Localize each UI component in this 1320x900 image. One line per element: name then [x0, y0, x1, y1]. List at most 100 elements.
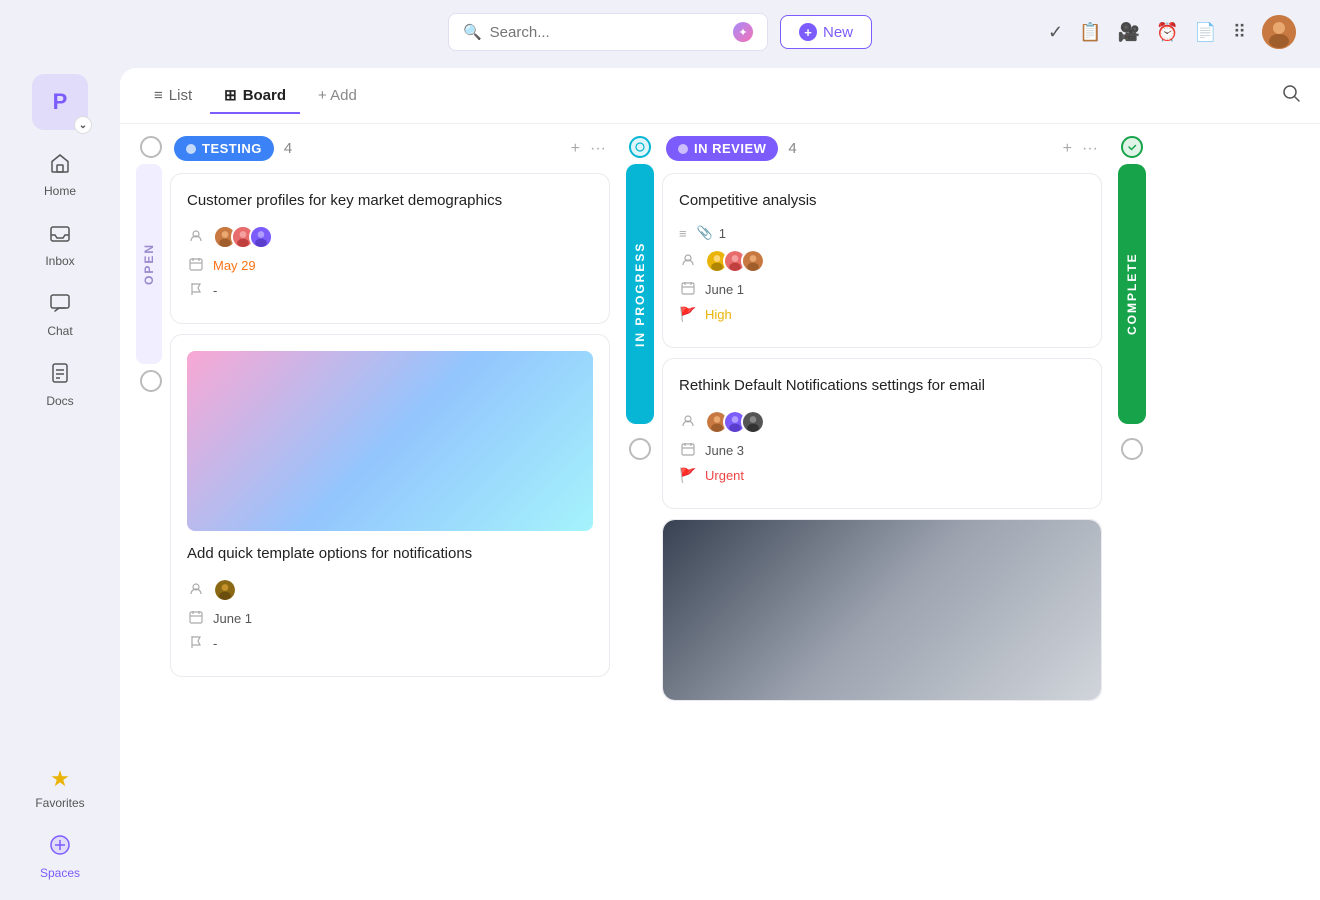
- complete-top-toggle[interactable]: [1121, 136, 1143, 158]
- in-progress-bottom-toggle[interactable]: [629, 438, 651, 460]
- inbox-icon: [49, 222, 71, 250]
- card-priority: -: [213, 283, 217, 298]
- doc-icon[interactable]: 📄: [1194, 22, 1216, 43]
- in-review-column: IN REVIEW 4 + ··· Competitive analysis ≡: [662, 136, 1102, 711]
- card-priority: Urgent: [705, 468, 744, 483]
- add-tab-label: + Add: [318, 87, 357, 104]
- card-date-row: June 1: [679, 281, 1085, 298]
- in-review-status-label: IN REVIEW: [694, 141, 766, 156]
- card-date: June 1: [213, 611, 252, 626]
- sidebar-item-home[interactable]: Home: [15, 142, 105, 208]
- open-bottom-toggle[interactable]: [140, 370, 162, 392]
- card-priority-row: 🚩 Urgent: [679, 467, 1085, 484]
- tab-list[interactable]: ≡ List: [140, 79, 206, 114]
- avatar-3: [741, 410, 765, 434]
- card-priority-row: -: [187, 282, 593, 299]
- topbar-right-actions: ✓ 📋 🎥 ⏰ 📄 ⠿: [1048, 15, 1296, 49]
- card-date-row: June 3: [679, 442, 1085, 459]
- checkmark-icon[interactable]: ✓: [1048, 22, 1063, 43]
- card-assignees-row: [679, 249, 1085, 273]
- search-input[interactable]: [490, 24, 725, 41]
- testing-column: TESTING 4 + ··· Customer profiles for ke…: [170, 136, 610, 687]
- avatar-3: [741, 249, 765, 273]
- sidebar-item-spaces[interactable]: Spaces: [15, 824, 105, 890]
- attachment-count: 1: [719, 226, 726, 241]
- sidebar-item-chat[interactable]: Chat: [15, 282, 105, 348]
- complete-wrapper: COMPLETE: [1118, 136, 1146, 460]
- in-review-add-btn[interactable]: +: [1063, 140, 1072, 158]
- person-icon: [187, 229, 205, 246]
- card-date-row: June 1: [187, 610, 593, 627]
- testing-add-btn[interactable]: +: [571, 140, 580, 158]
- card-competitive-analysis[interactable]: Competitive analysis ≡ 📎 1: [662, 173, 1102, 348]
- lines-icon: ≡: [679, 226, 687, 241]
- card-date: June 1: [705, 282, 744, 297]
- testing-column-scroll[interactable]: Customer profiles for key market demogra…: [170, 173, 610, 687]
- testing-column-header: TESTING 4 + ···: [170, 136, 610, 161]
- calendar-icon: [187, 257, 205, 274]
- new-button[interactable]: + New: [780, 15, 872, 49]
- main-layout: P ⌄ Home Inbox Chat Docs: [0, 64, 1320, 900]
- in-review-column-scroll[interactable]: Competitive analysis ≡ 📎 1: [662, 173, 1102, 711]
- docs-icon: [49, 362, 71, 390]
- in-review-column-header: IN REVIEW 4 + ···: [662, 136, 1102, 161]
- card-assignees-row: [187, 225, 593, 249]
- open-column-wrapper: OPEN: [136, 136, 166, 392]
- testing-more-btn[interactable]: ···: [590, 140, 606, 158]
- sidebar-item-favorites-label: Favorites: [35, 796, 84, 810]
- calendar-icon: [187, 610, 205, 627]
- sidebar-item-inbox[interactable]: Inbox: [15, 212, 105, 278]
- card-priority: High: [705, 307, 732, 322]
- card-assignees-row: [187, 578, 593, 602]
- view-search-icon[interactable]: [1282, 84, 1300, 107]
- ai-sparkle-icon: ✦: [733, 22, 753, 42]
- complete-label[interactable]: COMPLETE: [1118, 164, 1146, 424]
- clipboard-icon[interactable]: 📋: [1079, 22, 1101, 43]
- user-avatar[interactable]: [1262, 15, 1296, 49]
- list-icon: ≡: [154, 87, 163, 104]
- flag-icon: 🚩: [679, 306, 697, 323]
- card-dark-image[interactable]: [662, 519, 1102, 701]
- card-customer-profiles[interactable]: Customer profiles for key market demogra…: [170, 173, 610, 324]
- search-bar[interactable]: 🔍 ✦: [448, 13, 768, 51]
- avatars: [213, 578, 237, 602]
- workspace-dropdown-icon[interactable]: ⌄: [74, 116, 92, 134]
- content-area: ≡ List ⊞ Board + Add OPEN: [120, 68, 1320, 900]
- open-top-toggle[interactable]: [140, 136, 162, 158]
- avatar-3: [249, 225, 273, 249]
- home-icon: [49, 152, 71, 180]
- in-progress-top-toggle[interactable]: [629, 136, 651, 158]
- sidebar-bottom: ★ Favorites Spaces: [15, 756, 105, 890]
- calendar-icon: [679, 442, 697, 459]
- in-review-status-badge: IN REVIEW: [666, 136, 778, 161]
- sidebar-item-favorites[interactable]: ★ Favorites: [15, 756, 105, 820]
- complete-bottom-toggle[interactable]: [1121, 438, 1143, 460]
- grid-icon[interactable]: ⠿: [1233, 22, 1246, 43]
- workspace-button[interactable]: P ⌄: [32, 74, 88, 130]
- tab-board[interactable]: ⊞ Board: [210, 78, 300, 114]
- tab-board-label: Board: [243, 87, 286, 104]
- alarm-icon[interactable]: ⏰: [1156, 22, 1178, 43]
- in-progress-label[interactable]: IN PROGRESS: [626, 164, 654, 424]
- tab-list-label: List: [169, 87, 192, 104]
- card-priority-row: 🚩 High: [679, 306, 1085, 323]
- card-assignees-row: [679, 410, 1085, 434]
- open-label[interactable]: OPEN: [136, 164, 162, 364]
- board-icon: ⊞: [224, 86, 237, 104]
- add-view-tab[interactable]: + Add: [304, 79, 371, 112]
- sidebar-item-docs[interactable]: Docs: [15, 352, 105, 418]
- avatars: [705, 410, 765, 434]
- card-quick-template[interactable]: Add quick template options for notificat…: [170, 334, 610, 677]
- topbar: 🔍 ✦ + New ✓ 📋 🎥 ⏰ 📄 ⠿: [0, 0, 1320, 64]
- sidebar-item-spaces-label: Spaces: [40, 866, 80, 880]
- testing-count: 4: [284, 140, 292, 157]
- avatar-1: [213, 578, 237, 602]
- card-rethink-notifications[interactable]: Rethink Default Notifications settings f…: [662, 358, 1102, 509]
- card-image: [187, 351, 593, 531]
- card-title: Competitive analysis: [679, 190, 1085, 211]
- testing-status-label: TESTING: [202, 141, 262, 156]
- video-icon[interactable]: 🎥: [1118, 22, 1140, 43]
- person-icon: [679, 253, 697, 270]
- in-review-more-btn[interactable]: ···: [1082, 140, 1098, 158]
- sidebar-item-chat-label: Chat: [47, 324, 72, 338]
